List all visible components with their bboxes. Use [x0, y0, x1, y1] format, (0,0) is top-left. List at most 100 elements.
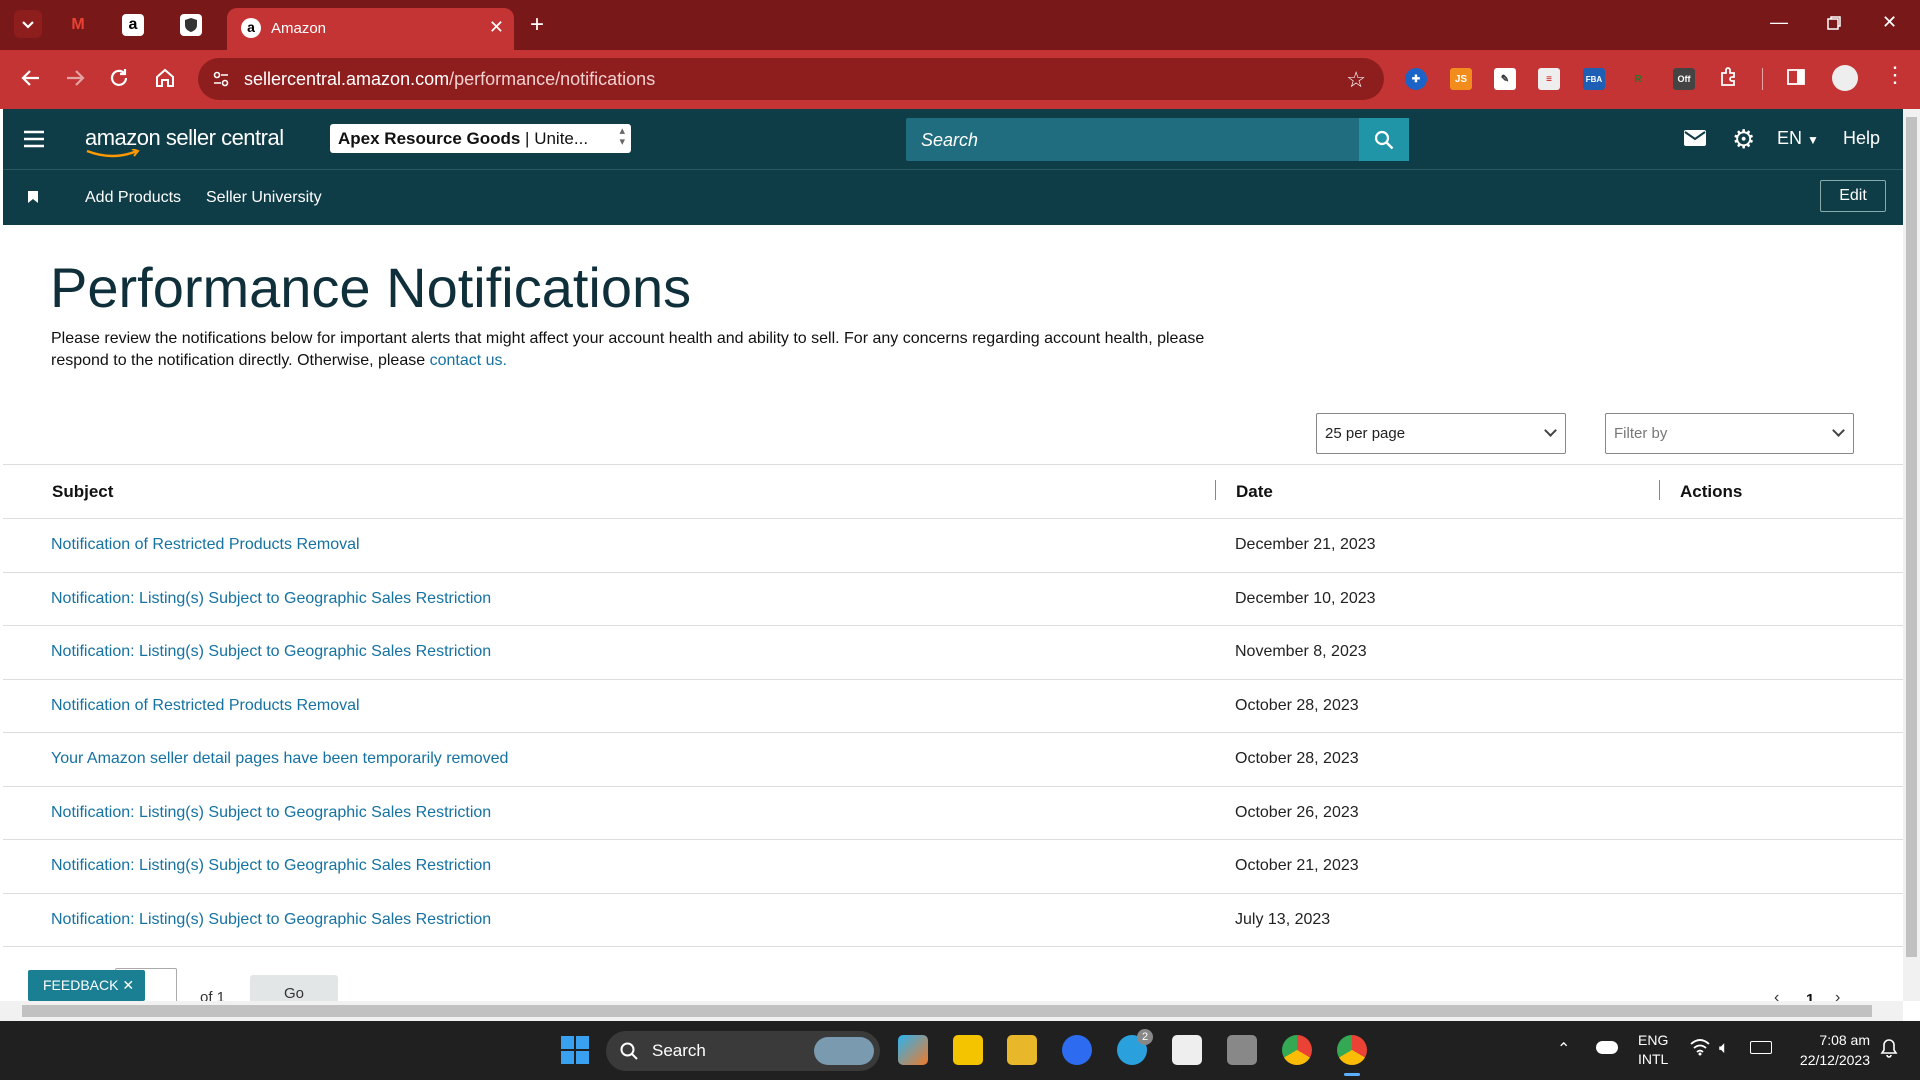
extension-6-icon[interactable]: R — [1627, 68, 1649, 90]
calculator-icon[interactable] — [1227, 1035, 1257, 1065]
forward-icon[interactable] — [64, 67, 86, 92]
amazon-smile-icon — [86, 149, 140, 158]
table-row: Notification: Listing(s) Subject to Geog… — [3, 786, 1903, 840]
language-selector[interactable]: EN ▼ — [1777, 128, 1819, 149]
browser-tab-strip: M a a Amazon ✕ + — ✕ — [0, 0, 1920, 50]
search-bar[interactable]: Search — [906, 118, 1409, 161]
file-explorer-icon[interactable] — [1007, 1035, 1037, 1065]
seller-central-logo[interactable]: amazon seller central — [85, 125, 284, 158]
clock-date: 22/12/2023 — [1799, 1052, 1870, 1068]
search-icon — [620, 1042, 638, 1060]
column-divider — [1215, 480, 1216, 500]
extensions-puzzle-icon[interactable] — [1718, 66, 1740, 91]
notification-date: October 26, 2023 — [1235, 804, 1359, 821]
settings-gear-icon[interactable]: ⚙ — [1732, 126, 1755, 152]
show-hidden-icons-icon[interactable]: ⌃ — [1557, 1039, 1570, 1059]
filter-select[interactable]: Filter by — [1605, 413, 1854, 454]
page-title: Performance Notifications — [50, 256, 692, 319]
prev-page-icon[interactable]: ‹ — [1774, 989, 1779, 1001]
taskbar-search-box[interactable]: Search — [606, 1031, 880, 1071]
js-extension-icon[interactable]: JS — [1450, 68, 1472, 90]
profile-avatar[interactable] — [1832, 65, 1858, 91]
horizontal-scroll-thumb[interactable] — [22, 1005, 1872, 1017]
wifi-icon[interactable] — [1690, 1038, 1710, 1061]
clock[interactable]: 7:08 am 22/12/2023 — [1786, 1030, 1870, 1070]
site-info-icon[interactable] — [212, 70, 230, 93]
telegram-icon[interactable]: 2 — [1117, 1029, 1153, 1065]
search-button[interactable] — [1359, 118, 1409, 161]
store-selector[interactable]: Apex Resource Goods | Unite... ▴ ▾ — [330, 124, 631, 153]
reload-icon[interactable] — [108, 67, 130, 92]
shield-icon[interactable] — [180, 14, 202, 36]
column-header-date[interactable]: Date — [1236, 465, 1273, 518]
notification-subject-link[interactable]: Notification: Listing(s) Subject to Geog… — [51, 911, 491, 929]
notification-date: July 13, 2023 — [1235, 911, 1331, 928]
notification-subject-link[interactable]: Notification: Listing(s) Subject to Geog… — [51, 857, 491, 875]
close-tab-icon[interactable]: ✕ — [489, 17, 504, 38]
main-content: Performance Notifications Please review … — [3, 225, 1903, 1001]
minimize-icon[interactable]: — — [1770, 13, 1788, 31]
home-icon[interactable] — [154, 67, 176, 92]
next-page-icon[interactable]: › — [1835, 989, 1840, 1001]
per-page-select[interactable]: 25 per page — [1316, 413, 1566, 454]
notification-bell-icon[interactable] — [1880, 1038, 1898, 1063]
sticky-notes-icon[interactable] — [953, 1035, 983, 1065]
address-bar[interactable]: sellercentral.amazon.com/performance/not… — [198, 58, 1384, 100]
hamburger-menu-icon[interactable] — [23, 130, 45, 153]
chrome-icon[interactable] — [1282, 1035, 1312, 1065]
extension-3-icon[interactable]: ✎ — [1494, 68, 1516, 90]
mail-icon[interactable] — [1683, 129, 1707, 152]
notification-subject-link[interactable]: Your Amazon seller detail pages have bee… — [51, 750, 508, 768]
volume-icon[interactable]: 🔈︎ — [1719, 1038, 1729, 1058]
close-window-icon[interactable]: ✕ — [1882, 13, 1897, 31]
table-row: Your Amazon seller detail pages have bee… — [3, 732, 1903, 786]
notification-subject-link[interactable]: Notification: Listing(s) Subject to Geog… — [51, 590, 491, 608]
amazon-icon[interactable]: a — [122, 14, 144, 36]
extension-4-icon[interactable]: ≡ — [1538, 68, 1560, 90]
bookmark-star-icon[interactable]: ☆ — [1346, 67, 1366, 93]
page-description: Please review the notifications below fo… — [51, 330, 1205, 369]
onedrive-icon[interactable] — [1596, 1041, 1618, 1054]
notification-subject-link[interactable]: Notification: Listing(s) Subject to Geog… — [51, 804, 491, 822]
column-header-subject[interactable]: Subject — [52, 465, 113, 518]
notification-date: December 10, 2023 — [1235, 590, 1376, 607]
bookmark-icon[interactable] — [27, 190, 39, 209]
back-icon[interactable] — [20, 67, 42, 92]
battery-icon[interactable] — [1750, 1041, 1772, 1054]
chrome-profile-icon[interactable] — [1337, 1035, 1367, 1065]
windows-start-icon[interactable] — [560, 1035, 590, 1065]
vertical-scrollbar[interactable] — [1903, 109, 1920, 1001]
zoom-icon[interactable] — [1062, 1035, 1092, 1065]
vertical-scroll-thumb[interactable] — [1906, 117, 1917, 957]
side-panel-icon[interactable] — [1786, 67, 1806, 90]
feedback-button[interactable]: FEEDBACK ✕ — [28, 970, 145, 1001]
off-extension-icon[interactable]: Off — [1673, 68, 1695, 90]
language-indicator[interactable]: ENG INTL — [1638, 1031, 1668, 1069]
contact-us-link[interactable]: contact us. — [430, 352, 507, 369]
help-link[interactable]: Help — [1843, 128, 1880, 149]
browser-menu-icon[interactable]: ⋮ — [1884, 64, 1906, 86]
notification-subject-link[interactable]: Notification of Restricted Products Remo… — [51, 536, 360, 554]
extension-1-icon[interactable]: ✚ — [1405, 68, 1427, 90]
column-header-actions: Actions — [1680, 482, 1743, 501]
search-input[interactable]: Search — [921, 130, 978, 151]
current-page[interactable]: 1 — [1806, 991, 1814, 1001]
add-products-link[interactable]: Add Products — [85, 189, 181, 207]
edit-button[interactable]: Edit — [1820, 180, 1886, 212]
new-tab-icon[interactable]: + — [530, 13, 544, 37]
notification-subject-link[interactable]: Notification: Listing(s) Subject to Geog… — [51, 643, 491, 661]
table-row: Notification: Listing(s) Subject to Geog… — [3, 893, 1903, 947]
fba-extension-icon[interactable]: FBA — [1583, 68, 1605, 90]
horizontal-scrollbar[interactable] — [0, 1001, 1903, 1021]
table-row: Notification: Listing(s) Subject to Geog… — [3, 839, 1903, 893]
tab-search-chevron-icon[interactable] — [14, 10, 42, 38]
notification-subject-link[interactable]: Notification of Restricted Products Remo… — [51, 697, 360, 715]
snipping-tool-icon[interactable] — [1172, 1035, 1202, 1065]
gmail-icon[interactable]: M — [64, 11, 92, 39]
caret-down-icon: ▼ — [1807, 133, 1819, 147]
seller-university-link[interactable]: Seller University — [206, 189, 322, 207]
copilot-icon[interactable] — [898, 1035, 928, 1065]
go-button[interactable]: Go — [250, 975, 338, 1001]
tab-amazon[interactable]: a Amazon ✕ — [227, 8, 514, 50]
restore-icon[interactable] — [1826, 15, 1842, 34]
